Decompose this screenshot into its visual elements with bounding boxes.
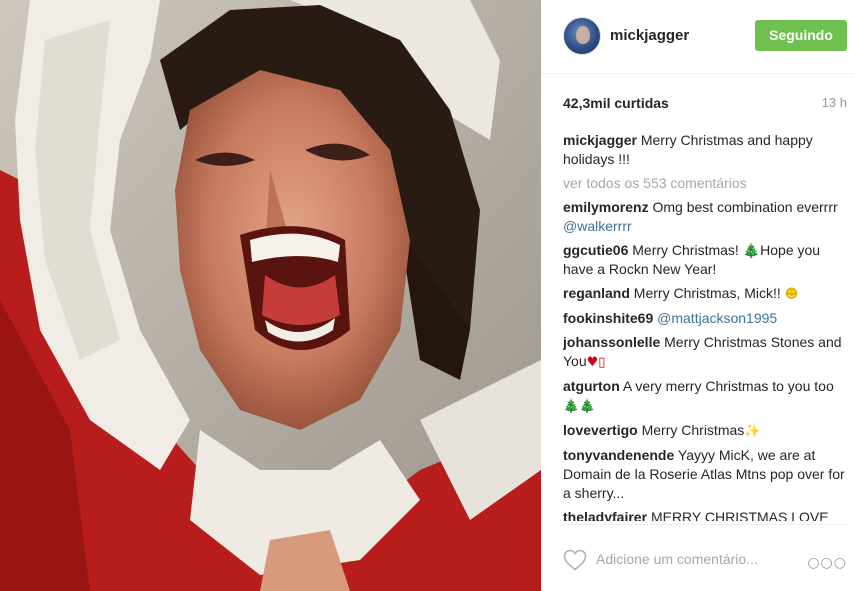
comment-username-link[interactable]: johanssonlelle [563,334,660,350]
comment-username-link[interactable]: lovevertigo [563,422,638,438]
comment-username-link[interactable]: emilymorenz [563,199,649,215]
mention-link[interactable]: @mattjackson1995 [657,310,777,326]
christmas-tree-emoji-icon: 🎄🎄 [563,399,596,414]
comment-item: fookinshite69 @mattjackson1995 [563,309,847,328]
comment-username-link[interactable]: atgurton [563,378,620,394]
post-side-panel: mickjagger Seguindo 42,3mil curtidas 13 … [541,0,855,591]
heart-outline-icon[interactable] [563,549,587,571]
caption-username-link[interactable]: mickjagger [563,132,637,148]
post-header: mickjagger Seguindo [541,0,855,74]
comment-text: Merry Christmas [641,422,745,438]
post-photo[interactable] [0,0,541,591]
caption: mickjagger Merry Christmas and happy hol… [563,131,847,169]
comment-item: lovevertigo Merry Christmas✨ [563,421,847,441]
photo-illustration [0,0,541,591]
comment-item: emilymorenz Omg best combination everrrr… [563,198,847,236]
comment-username-link[interactable]: tonyvandenende [563,447,674,463]
profile-avatar[interactable] [563,17,601,55]
comment-item: reganland Merry Christmas, Mick!! ☻ [563,284,847,304]
post-timestamp[interactable]: 13 h [822,95,847,110]
comment-text: A very merry Christmas to you too [622,378,834,394]
comment-text: Merry Christmas, Mick!! [633,285,781,301]
comment-item: atgurton A very merry Christmas to you t… [563,377,847,416]
post-stats: 42,3mil curtidas 13 h [563,95,847,115]
more-options-icon[interactable]: ○○○ [807,555,847,571]
comments-list[interactable]: mickjagger Merry Christmas and happy hol… [563,131,847,521]
comment-text: Omg best combination everrrr [652,199,838,215]
sparkles-emoji-icon: ✨ [744,424,761,439]
add-comment-input[interactable] [596,549,796,569]
comment-username-link[interactable]: fookinshite69 [563,310,653,326]
comment-item: johanssonlelle Merry Christmas Stones an… [563,333,847,372]
comment-item: tonyvandenende Yayyy MicK, we are at Dom… [563,446,847,503]
view-all-comments-link[interactable]: ver todos os 553 comentários [563,174,847,193]
comment-username-link[interactable]: ggcutie06 [563,242,628,258]
comment-item: theladyfairer MERRY CHRISTMAS LOVE [563,508,847,521]
header-username-link[interactable]: mickjagger [610,27,689,44]
post-actions-bar: ○○○ [563,524,847,591]
heart-emoji-icon: ♥▯ [586,355,606,370]
mention-link[interactable]: @walkerrrr [563,218,632,234]
smile-emoji-icon: ☻ [784,287,799,302]
comment-text: MERRY CHRISTMAS LOVE [650,509,829,521]
comment-item: ggcutie06 Merry Christmas! 🎄Hope you hav… [563,241,847,279]
comment-username-link[interactable]: theladyfairer [563,509,647,521]
comment-username-link[interactable]: reganland [563,285,630,301]
following-button[interactable]: Seguindo [755,20,847,51]
likes-count[interactable]: 42,3mil curtidas [563,95,669,111]
